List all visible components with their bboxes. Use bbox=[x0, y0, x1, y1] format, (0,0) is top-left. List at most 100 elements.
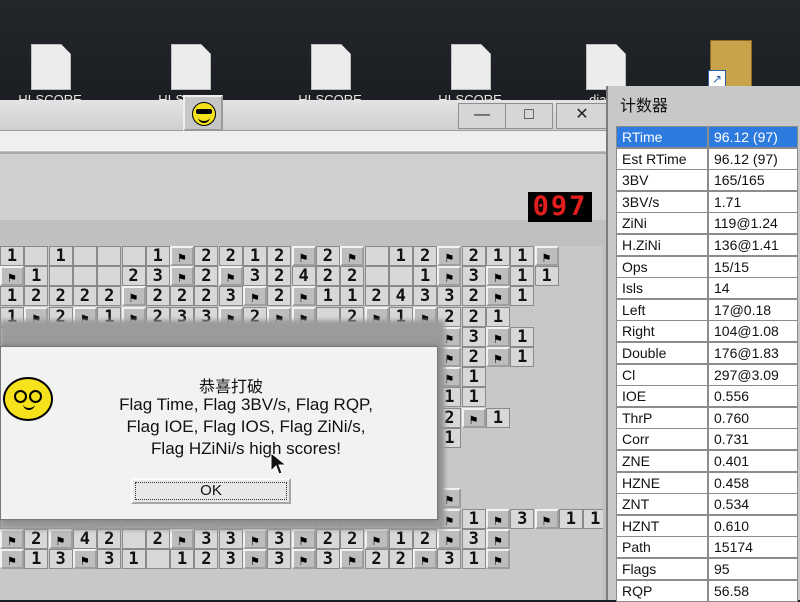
flag-cell[interactable] bbox=[170, 266, 195, 287]
ok-button[interactable]: OK bbox=[131, 478, 291, 504]
flag-cell[interactable] bbox=[486, 286, 510, 307]
flag-cell[interactable] bbox=[291, 528, 316, 549]
counter-row[interactable]: Right 104@1.08 bbox=[616, 320, 798, 343]
number-cell[interactable]: 3 bbox=[413, 286, 438, 307]
flag-cell[interactable] bbox=[72, 549, 97, 569]
flag-cell[interactable] bbox=[0, 528, 24, 549]
number-cell[interactable]: 2 bbox=[267, 266, 292, 287]
counter-row[interactable]: ThrP 0.760 bbox=[616, 406, 798, 429]
empty-cell[interactable] bbox=[145, 549, 170, 569]
number-cell[interactable]: 1 bbox=[170, 549, 195, 569]
flag-cell[interactable] bbox=[437, 528, 462, 549]
number-cell[interactable]: 2 bbox=[315, 246, 340, 266]
number-cell[interactable]: 1 bbox=[486, 407, 510, 428]
flag-cell[interactable] bbox=[534, 246, 559, 266]
flag-cell[interactable] bbox=[291, 246, 316, 266]
number-cell[interactable]: 3 bbox=[461, 528, 486, 549]
number-cell[interactable]: 3 bbox=[48, 549, 73, 569]
number-cell[interactable]: 3 bbox=[437, 549, 462, 569]
number-cell[interactable]: 3 bbox=[461, 326, 486, 347]
counter-row[interactable]: 3BV/s 1.71 bbox=[616, 190, 798, 213]
number-cell[interactable]: 2 bbox=[340, 528, 365, 549]
number-cell[interactable]: 3 bbox=[218, 286, 243, 307]
counter-row[interactable]: Ops 15/15 bbox=[616, 255, 798, 278]
number-cell[interactable]: 3 bbox=[461, 266, 486, 287]
minimize-button[interactable]: — bbox=[458, 103, 506, 129]
flag-cell[interactable] bbox=[364, 528, 389, 549]
flag-cell[interactable] bbox=[48, 528, 73, 549]
number-cell[interactable]: 2 bbox=[170, 286, 195, 307]
number-cell[interactable]: 2 bbox=[24, 286, 49, 307]
empty-cell[interactable] bbox=[364, 266, 389, 287]
number-cell[interactable]: 2 bbox=[267, 246, 292, 266]
number-cell[interactable]: 1 bbox=[388, 246, 413, 266]
number-cell[interactable]: 2 bbox=[315, 266, 340, 287]
number-cell[interactable]: 2 bbox=[267, 286, 292, 307]
number-cell[interactable]: 4 bbox=[291, 266, 316, 287]
number-cell[interactable]: 3 bbox=[145, 266, 170, 287]
counter-row[interactable]: HZNT 0.610 bbox=[616, 514, 798, 537]
number-cell[interactable]: 1 bbox=[510, 286, 535, 307]
flag-cell[interactable] bbox=[121, 286, 146, 307]
flag-cell[interactable] bbox=[486, 508, 510, 529]
number-cell[interactable]: 3 bbox=[243, 266, 267, 287]
counter-row[interactable]: Corr 0.731 bbox=[616, 428, 798, 451]
flag-cell[interactable] bbox=[0, 549, 24, 569]
counter-row[interactable]: HZNE 0.458 bbox=[616, 471, 798, 494]
empty-cell[interactable] bbox=[121, 246, 146, 266]
flag-cell[interactable] bbox=[218, 266, 243, 287]
number-cell[interactable]: 2 bbox=[48, 286, 73, 307]
number-cell[interactable]: 1 bbox=[510, 266, 535, 287]
flag-cell[interactable] bbox=[486, 326, 510, 347]
flag-cell[interactable] bbox=[340, 246, 365, 266]
number-cell[interactable]: 1 bbox=[461, 508, 486, 529]
counter-row[interactable]: RTime 96.12 (97) bbox=[616, 126, 798, 148]
number-cell[interactable]: 1 bbox=[121, 549, 146, 569]
counter-row[interactable]: Path 15174 bbox=[616, 536, 798, 559]
number-cell[interactable]: 1 bbox=[340, 286, 365, 307]
counter-row[interactable]: ZNT 0.534 bbox=[616, 493, 798, 516]
counter-row[interactable]: 3BV 165/165 bbox=[616, 169, 798, 192]
number-cell[interactable]: 1 bbox=[583, 508, 603, 529]
flag-cell[interactable] bbox=[170, 528, 195, 549]
number-cell[interactable]: 4 bbox=[388, 286, 413, 307]
number-cell[interactable]: 1 bbox=[486, 306, 510, 327]
flag-cell[interactable] bbox=[486, 549, 510, 569]
number-cell[interactable]: 2 bbox=[194, 246, 219, 266]
number-cell[interactable]: 1 bbox=[0, 286, 24, 307]
counter-row[interactable]: IOE 0.556 bbox=[616, 385, 798, 408]
counter-row[interactable]: Est RTime 96.12 (97) bbox=[616, 147, 798, 170]
counter-row[interactable]: ZNE 0.401 bbox=[616, 450, 798, 472]
number-cell[interactable]: 2 bbox=[24, 528, 49, 549]
number-cell[interactable]: 1 bbox=[461, 387, 486, 408]
number-cell[interactable]: 2 bbox=[145, 528, 170, 549]
number-cell[interactable]: 1 bbox=[413, 266, 438, 287]
number-cell[interactable]: 1 bbox=[145, 246, 170, 266]
empty-cell[interactable] bbox=[364, 246, 389, 266]
window-titlebar[interactable]: — □ ✕ bbox=[0, 100, 612, 131]
number-cell[interactable]: 1 bbox=[510, 246, 535, 266]
empty-cell[interactable] bbox=[97, 266, 122, 287]
number-cell[interactable]: 2 bbox=[97, 528, 122, 549]
number-cell[interactable]: 2 bbox=[461, 347, 486, 367]
number-cell[interactable]: 2 bbox=[364, 286, 389, 307]
number-cell[interactable]: 1 bbox=[388, 528, 413, 549]
number-cell[interactable]: 1 bbox=[534, 266, 559, 287]
number-cell[interactable]: 2 bbox=[218, 246, 243, 266]
maximize-button[interactable]: □ bbox=[505, 103, 553, 129]
number-cell[interactable]: 2 bbox=[413, 246, 438, 266]
flag-cell[interactable] bbox=[340, 549, 365, 569]
flag-cell[interactable] bbox=[291, 549, 316, 569]
number-cell[interactable]: 1 bbox=[510, 347, 535, 367]
number-cell[interactable]: 2 bbox=[340, 266, 365, 287]
number-cell[interactable]: 2 bbox=[194, 286, 219, 307]
number-cell[interactable]: 2 bbox=[194, 549, 219, 569]
number-cell[interactable]: 1 bbox=[0, 246, 24, 266]
number-cell[interactable]: 2 bbox=[97, 286, 122, 307]
number-cell[interactable]: 2 bbox=[413, 528, 438, 549]
counter-row[interactable]: Double 176@1.83 bbox=[616, 342, 798, 364]
number-cell[interactable]: 1 bbox=[510, 326, 535, 347]
number-cell[interactable]: 2 bbox=[461, 306, 486, 327]
empty-cell[interactable] bbox=[72, 246, 97, 266]
flag-cell[interactable] bbox=[486, 528, 510, 549]
